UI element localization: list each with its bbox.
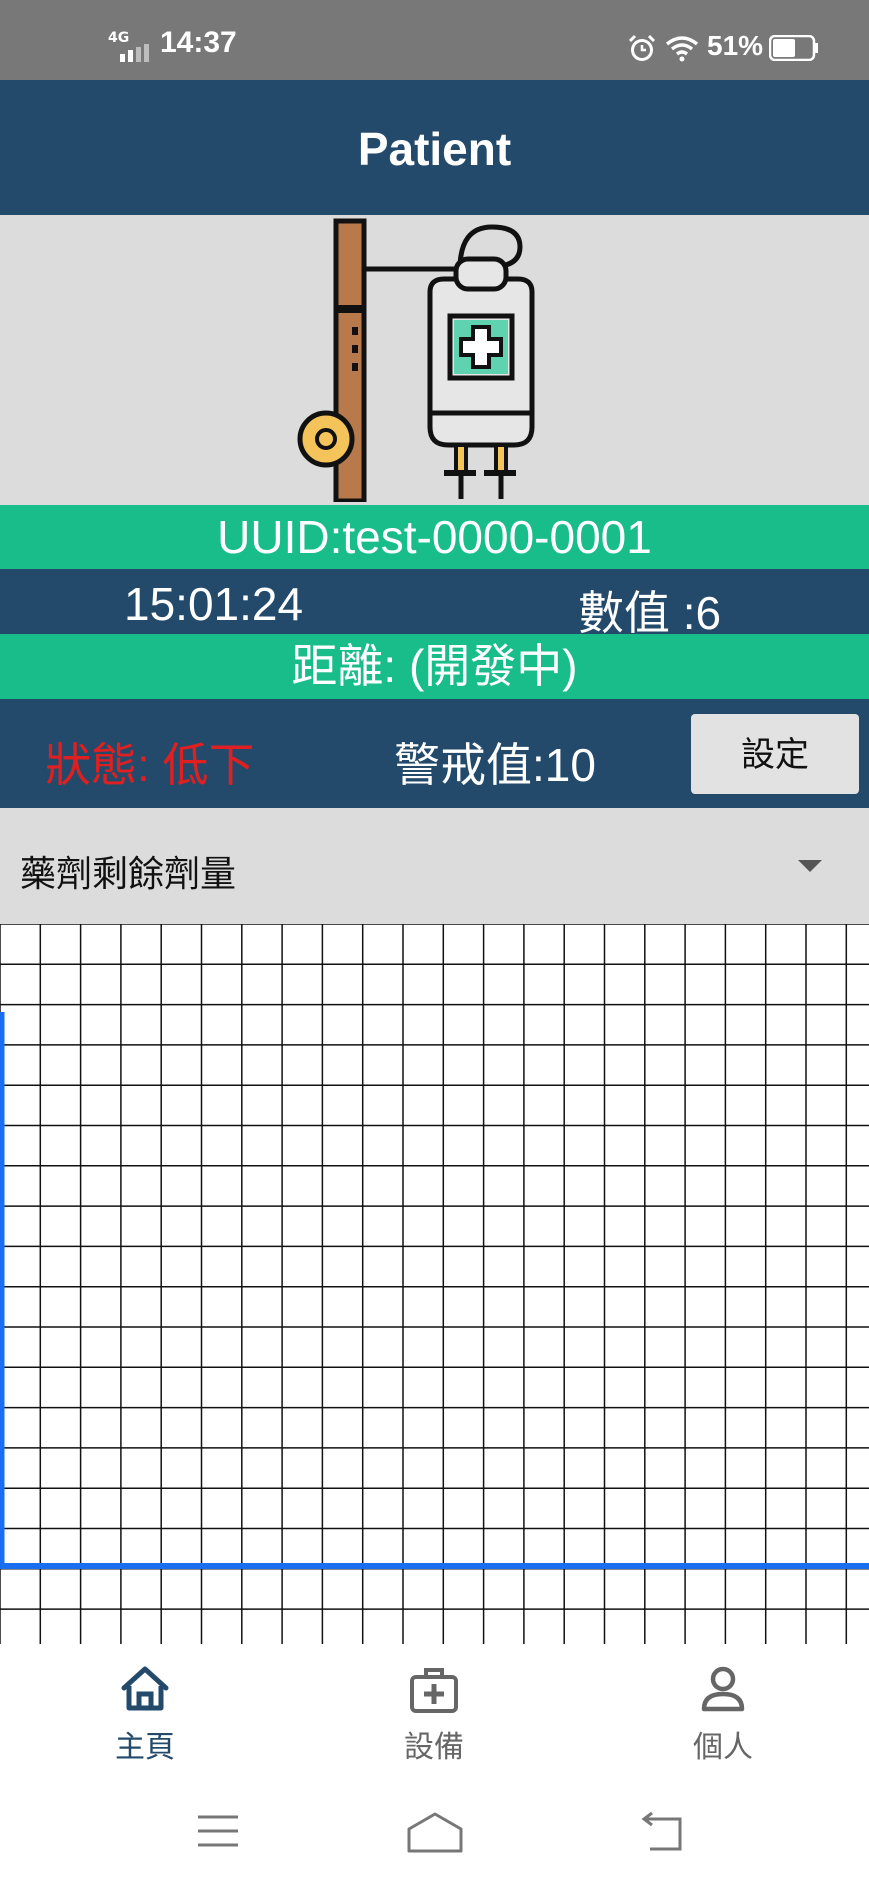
chevron-down-icon[interactable] bbox=[798, 860, 822, 872]
system-nav bbox=[0, 1789, 869, 1883]
person-icon bbox=[701, 1666, 745, 1712]
threshold-text: 警戒值:10 bbox=[394, 739, 596, 791]
battery-icon bbox=[769, 35, 818, 61]
uuid-label: UUID:test-0000-0001 bbox=[0, 505, 869, 569]
distance-label: 距離: (開發中) bbox=[0, 634, 869, 699]
bottom-nav: 主頁 設備 個人 bbox=[0, 1644, 869, 1789]
hero-banner bbox=[0, 215, 869, 505]
page-title: Patient bbox=[357, 123, 512, 175]
nav-label-device: 設備 bbox=[404, 1731, 464, 1764]
nav-label-home: 主頁 bbox=[115, 1731, 175, 1764]
nav-item-profile[interactable]: 個人 bbox=[623, 1662, 823, 1766]
clock: 14:37 bbox=[160, 26, 237, 59]
alarm-icon bbox=[628, 34, 656, 61]
signal-icon bbox=[120, 44, 149, 62]
home-icon bbox=[121, 1666, 169, 1711]
reading-row: 15:01:24 數值 :6 bbox=[0, 569, 869, 639]
nav-item-device[interactable]: 設備 bbox=[334, 1662, 534, 1766]
chart-grid bbox=[0, 923, 869, 1644]
nav-label-profile: 個人 bbox=[693, 1731, 753, 1764]
battery-percent: 51% bbox=[707, 30, 764, 61]
app-header: Patient bbox=[0, 80, 869, 215]
chart-type-select[interactable]: 藥劑剩餘劑量 bbox=[0, 808, 869, 924]
wifi-icon bbox=[665, 36, 699, 62]
back-icon[interactable] bbox=[640, 1811, 684, 1853]
iv-drip-icon bbox=[297, 218, 535, 502]
menu-icon[interactable] bbox=[196, 1811, 240, 1851]
status-text: 狀態: 低下 bbox=[45, 739, 255, 791]
set-button[interactable]: 設定 bbox=[691, 714, 859, 794]
alert-row: 狀態: 低下 警戒值:10 設定 bbox=[0, 699, 869, 808]
nav-item-home[interactable]: 主頁 bbox=[45, 1662, 245, 1766]
medical-kit-icon bbox=[410, 1668, 458, 1713]
chart-type-selected: 藥劑剩餘劑量 bbox=[20, 853, 237, 894]
home-outline-icon[interactable] bbox=[406, 1811, 464, 1855]
status-bar: 4G 14:37 51% bbox=[0, 0, 869, 80]
reading-timestamp: 15:01:24 bbox=[124, 578, 304, 630]
chart-area bbox=[0, 923, 869, 1644]
